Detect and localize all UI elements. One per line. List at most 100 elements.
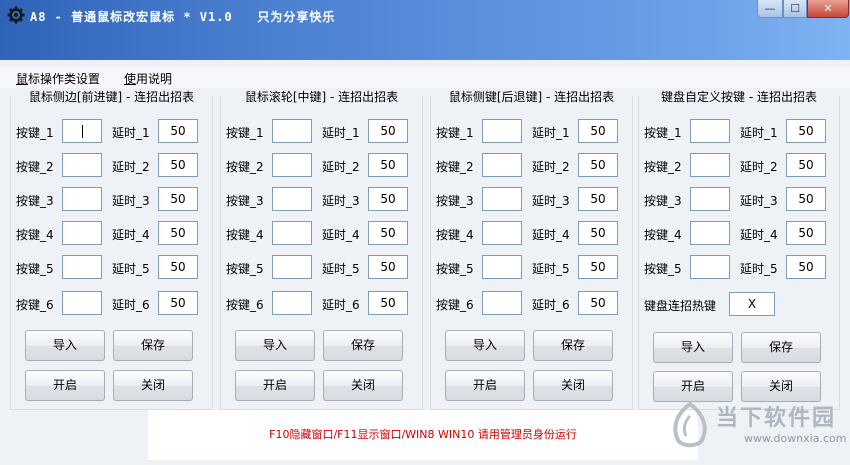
panel-title: 键盘自定义按键 - 连招出招表 — [639, 88, 839, 105]
delay-input-2[interactable]: 50 — [368, 153, 408, 177]
delay-label: 延时_6 — [112, 298, 150, 312]
key-label: 按键_1 — [16, 126, 54, 140]
watermark: 当下软件园 www.downxia.com — [660, 398, 850, 460]
key-label: 按键_3 — [644, 194, 682, 208]
maximize-button[interactable]: ☐ — [783, 0, 807, 18]
menu-usage-help-mnemonic: 使 — [124, 72, 137, 86]
delay-label: 延时_6 — [322, 298, 360, 312]
import-button[interactable]: 导入 — [235, 330, 315, 361]
delay-label: 延时_1 — [322, 126, 360, 140]
key-input-1[interactable] — [272, 119, 312, 143]
key-label: 按键_5 — [436, 262, 474, 276]
delay-label: 延时_3 — [532, 194, 570, 208]
delay-input-3[interactable]: 50 — [786, 187, 826, 211]
delay-input-5[interactable]: 50 — [368, 255, 408, 279]
key-input-1[interactable] — [690, 119, 730, 143]
delay-input-1[interactable]: 50 — [578, 119, 618, 143]
delay-input-6[interactable]: 50 — [368, 291, 408, 315]
delay-input-4[interactable]: 50 — [578, 221, 618, 245]
key-input-5[interactable] — [690, 255, 730, 279]
delay-input-2[interactable]: 50 — [158, 153, 198, 177]
menu-usage-help[interactable]: 使用说明 — [124, 70, 172, 87]
save-button[interactable]: 保存 — [741, 332, 821, 363]
key-input-3[interactable] — [272, 187, 312, 211]
key-label: 按键_5 — [16, 262, 54, 276]
delay-input-4[interactable]: 50 — [786, 221, 826, 245]
delay-input-4[interactable]: 50 — [158, 221, 198, 245]
delay-label: 延时_2 — [740, 160, 778, 174]
start-button[interactable]: 开启 — [25, 370, 105, 401]
window-title: A8 - 普通鼠标改宏鼠标 * V1.0 只为分享快乐 — [30, 10, 336, 24]
save-button[interactable]: 保存 — [533, 330, 613, 361]
key-input-4[interactable] — [690, 221, 730, 245]
key-input-2[interactable] — [272, 153, 312, 177]
key-label: 按键_2 — [644, 160, 682, 174]
panel-4: 键盘自定义按键 - 连招出招表 按键_1 延时_1 50 按键_2 延时_2 50 按键_3 延… — [638, 88, 840, 410]
stop-button[interactable]: 关闭 — [113, 370, 193, 401]
hotkey-input[interactable]: X — [729, 292, 775, 316]
key-input-3[interactable] — [482, 187, 522, 211]
key-input-4[interactable] — [482, 221, 522, 245]
key-input-2[interactable] — [690, 153, 730, 177]
key-label: 按键_1 — [226, 126, 264, 140]
panel-title: 鼠标侧边[前进键] - 连招出招表 — [11, 88, 212, 105]
key-input-6[interactable] — [272, 291, 312, 315]
key-label: 按键_5 — [644, 262, 682, 276]
menu-mouse-settings-mnemonic: 鼠 — [16, 72, 29, 86]
delay-input-4[interactable]: 50 — [368, 221, 408, 245]
key-input-5[interactable] — [272, 255, 312, 279]
delay-input-2[interactable]: 50 — [786, 153, 826, 177]
key-label: 按键_5 — [226, 262, 264, 276]
delay-input-6[interactable]: 50 — [578, 291, 618, 315]
import-button[interactable]: 导入 — [25, 330, 105, 361]
delay-input-5[interactable]: 50 — [786, 255, 826, 279]
import-button[interactable]: 导入 — [653, 332, 733, 363]
save-button[interactable]: 保存 — [323, 330, 403, 361]
delay-input-3[interactable]: 50 — [158, 187, 198, 211]
delay-input-5[interactable]: 50 — [578, 255, 618, 279]
key-label: 按键_6 — [16, 298, 54, 312]
key-label: 按键_2 — [436, 160, 474, 174]
close-button[interactable]: ✕ — [807, 0, 849, 18]
stop-button[interactable]: 关闭 — [323, 370, 403, 401]
start-button[interactable]: 开启 — [445, 370, 525, 401]
key-input-4[interactable] — [62, 221, 102, 245]
title-bar[interactable]: A8 - 普通鼠标改宏鼠标 * V1.0 只为分享快乐 — ☐ ✕ — [0, 0, 850, 60]
key-label: 按键_6 — [226, 298, 264, 312]
text-caret — [81, 125, 83, 138]
key-label: 按键_4 — [226, 228, 264, 242]
key-input-5[interactable] — [482, 255, 522, 279]
key-input-3[interactable] — [690, 187, 730, 211]
key-input-6[interactable] — [482, 291, 522, 315]
import-button[interactable]: 导入 — [445, 330, 525, 361]
key-input-5[interactable] — [62, 255, 102, 279]
key-input-6[interactable] — [62, 291, 102, 315]
delay-input-3[interactable]: 50 — [368, 187, 408, 211]
minimize-button[interactable]: — — [757, 0, 783, 18]
delay-input-6[interactable]: 50 — [158, 291, 198, 315]
key-input-3[interactable] — [62, 187, 102, 211]
key-input-1[interactable] — [482, 119, 522, 143]
menu-usage-help-label: 用说明 — [136, 72, 173, 86]
key-label: 按键_6 — [436, 298, 474, 312]
delay-input-1[interactable]: 50 — [786, 119, 826, 143]
start-button[interactable]: 开启 — [235, 370, 315, 401]
delay-input-1[interactable]: 50 — [158, 119, 198, 143]
gear-icon — [7, 6, 25, 24]
delay-input-2[interactable]: 50 — [578, 153, 618, 177]
key-input-2[interactable] — [482, 153, 522, 177]
stop-button[interactable]: 关闭 — [533, 370, 613, 401]
menu-mouse-settings[interactable]: 鼠标操作类设置 — [16, 70, 100, 87]
menu-mouse-settings-label: 标操作类设置 — [28, 72, 101, 86]
delay-label: 延时_5 — [532, 262, 570, 276]
key-input-1[interactable] — [62, 119, 102, 143]
delay-input-3[interactable]: 50 — [578, 187, 618, 211]
hotkey-label: 键盘连招热键 — [644, 299, 717, 313]
watermark-url: www.downxia.com — [744, 432, 847, 445]
delay-label: 延时_5 — [112, 262, 150, 276]
delay-input-5[interactable]: 50 — [158, 255, 198, 279]
save-button[interactable]: 保存 — [113, 330, 193, 361]
delay-input-1[interactable]: 50 — [368, 119, 408, 143]
key-input-4[interactable] — [272, 221, 312, 245]
key-input-2[interactable] — [62, 153, 102, 177]
